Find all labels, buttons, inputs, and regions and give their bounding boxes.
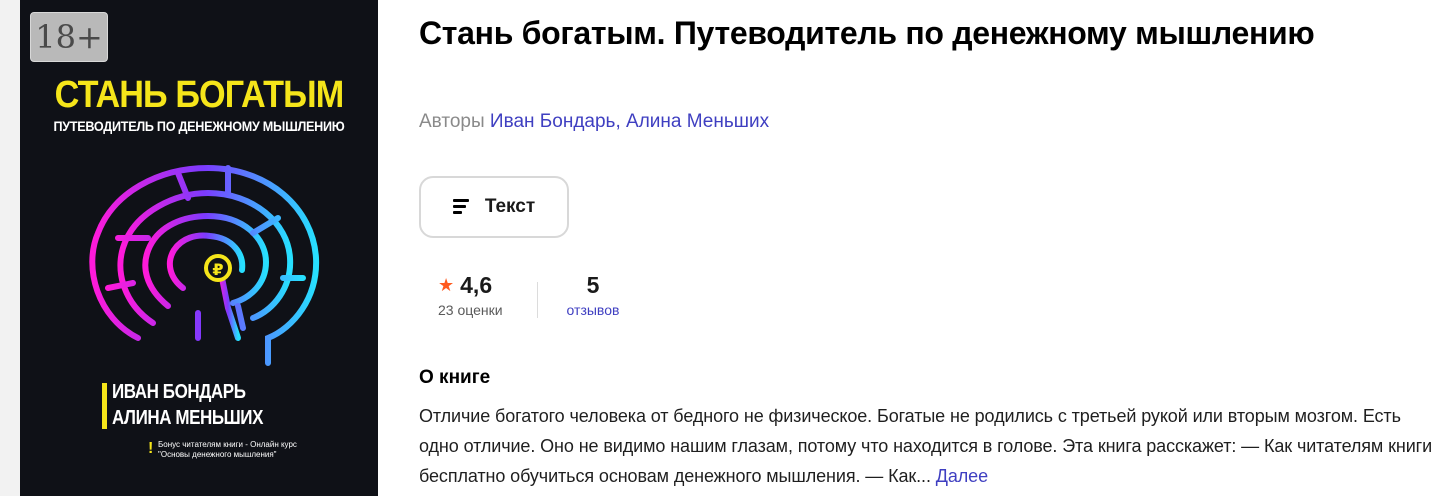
- reviews-count: 5: [586, 272, 600, 298]
- brain-maze-illustration: ₽: [89, 164, 320, 366]
- about-description: Отличие богатого человека от бедного не …: [419, 401, 1444, 491]
- cover-bonus-exclamation: !: [148, 440, 154, 457]
- age-rating-badge: 18+: [30, 12, 108, 62]
- reviews-label: отзывов: [566, 302, 620, 318]
- author-link[interactable]: Иван Бондарь: [490, 111, 616, 132]
- cover-bonus-text: Бонус читателям книги - Онлайн курс "Осн…: [158, 440, 297, 460]
- format-label: Текст: [484, 196, 536, 217]
- cover-bonus-line: Бонус читателям книги - Онлайн курс: [158, 440, 297, 449]
- read-more-link[interactable]: Далее: [936, 466, 988, 486]
- svg-text:₽: ₽: [212, 260, 223, 279]
- stats-divider: [537, 282, 538, 318]
- book-title: Стань богатым. Путеводитель по денежному…: [419, 15, 1315, 51]
- rating-count: 23 оценки: [438, 302, 503, 318]
- cover-title: СТАНЬ БОГАТЫМ: [54, 74, 345, 116]
- book-cover[interactable]: СТАНЬ БОГАТЫМ ПУТЕВОДИТЕЛЬ ПО ДЕНЕЖНОМУ …: [20, 0, 378, 496]
- cover-bonus-line: "Основы денежного мышления": [158, 450, 277, 459]
- cover-author: ИВАН БОНДАРЬ: [112, 381, 246, 403]
- author-separator: ,: [615, 111, 627, 132]
- cover-author: АЛИНА МЕНЬШИХ: [112, 407, 264, 429]
- format-text-button[interactable]: Текст: [419, 176, 569, 238]
- cover-subtitle: ПУТЕВОДИТЕЛЬ ПО ДЕНЕЖНОМУ МЫШЛЕНИЮ: [53, 118, 345, 134]
- cover-authors-accent-bar: [102, 383, 107, 429]
- reviews-link[interactable]: 5 отзывов: [560, 272, 626, 318]
- star-icon: ★: [438, 275, 455, 296]
- authors-label: Авторы: [419, 111, 485, 132]
- author-link[interactable]: Алина Меньших: [626, 111, 769, 132]
- authors-line: Авторы Иван Бондарь, Алина Меньших: [419, 111, 769, 133]
- rating-block: ★ 4,6 23 оценки: [438, 272, 503, 318]
- about-heading: О книге: [419, 367, 491, 388]
- rating-value: 4,6: [460, 272, 493, 298]
- text-lines-icon: [452, 199, 471, 215]
- about-text: Отличие богатого человека от бедного не …: [419, 406, 1433, 486]
